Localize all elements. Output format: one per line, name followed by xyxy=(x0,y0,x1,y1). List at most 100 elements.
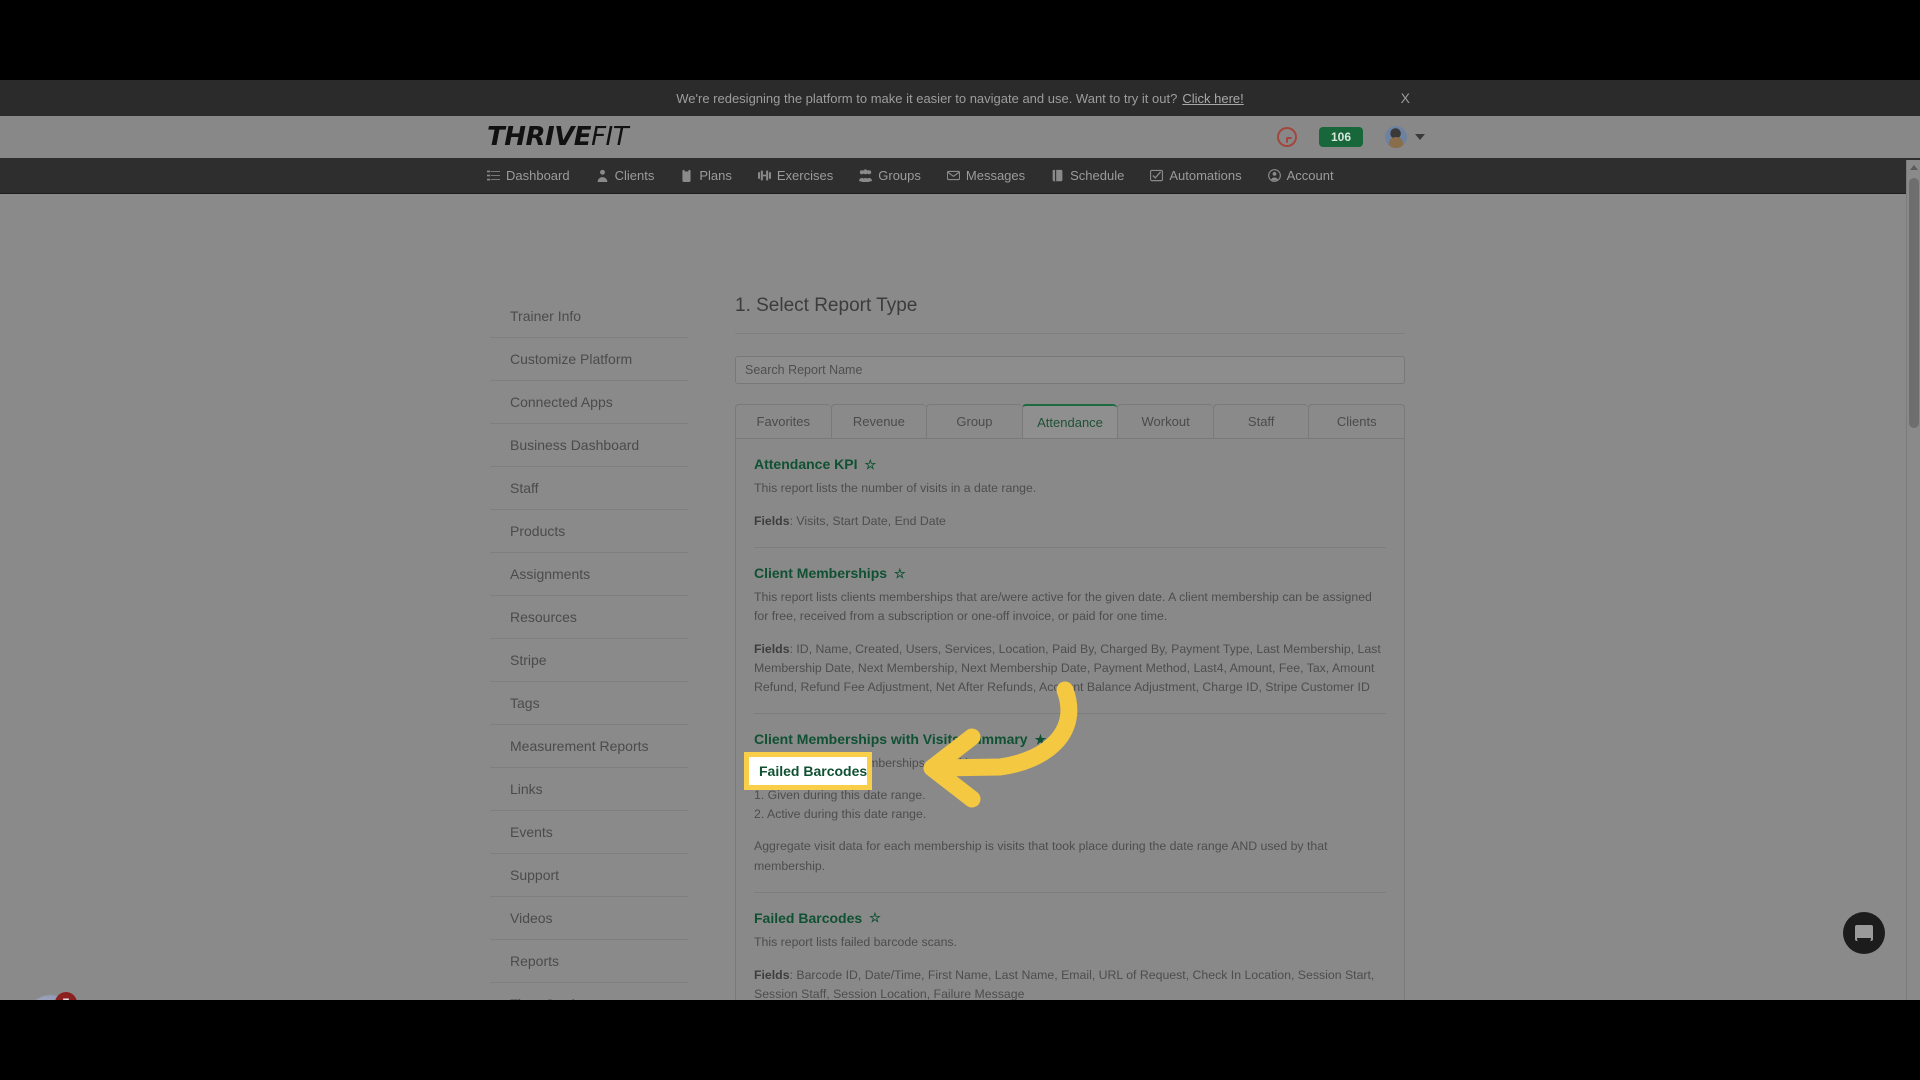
annotation-highlight-label: Failed Barcodes xyxy=(759,763,868,779)
sidebar-item-stripe[interactable]: Stripe xyxy=(490,639,688,682)
page-title: 1. Select Report Type xyxy=(735,295,1405,334)
chat-launcher-button[interactable] xyxy=(1843,912,1885,954)
scroll-up-button[interactable] xyxy=(1907,160,1920,174)
logo-primary: THRIVE xyxy=(487,122,592,152)
browser-viewport: We're redesigning the platform to make i… xyxy=(0,80,1920,1000)
checkbox-icon xyxy=(1150,169,1164,182)
report-fields: Fields: ID, Name, Created, Users, Servic… xyxy=(754,642,1381,695)
sidebar-item-products[interactable]: Products xyxy=(490,510,688,553)
announcement-text: We're redesigning the platform to make i… xyxy=(676,90,1178,106)
clipboard-icon xyxy=(680,169,693,182)
nav-item-clients[interactable]: Clients xyxy=(596,168,655,183)
page-scrollbar[interactable] xyxy=(1906,160,1920,1000)
sidebar-item-trainer-info[interactable]: Trainer Info xyxy=(490,295,688,338)
report-description-line-2: 2. Active during this date range. xyxy=(754,807,927,822)
account-menu[interactable] xyxy=(1385,126,1425,148)
nav-label: Account xyxy=(1286,168,1334,183)
chat-bubble-icon xyxy=(1855,925,1873,945)
user-circle-icon xyxy=(1267,169,1281,182)
sidebar-item-videos[interactable]: Videos xyxy=(490,897,688,940)
report-fields: Fields: Barcode ID, Date/Time, First Nam… xyxy=(754,967,1375,1000)
nav-item-account[interactable]: Account xyxy=(1267,168,1334,183)
nav-label: Automations xyxy=(1169,168,1242,183)
sidebar-item-customize-platform[interactable]: Customize Platform xyxy=(490,338,688,381)
nav-label: Dashboard xyxy=(506,168,570,183)
envelope-icon xyxy=(946,169,960,182)
chevron-down-icon[interactable] xyxy=(1415,134,1425,140)
report-category-tabs: Favorites Revenue Group Attendance Worko… xyxy=(735,404,1406,439)
fields-value: ID, Name, Created, Users, Services, Loca… xyxy=(754,642,1381,695)
fields-label: Fields xyxy=(754,642,790,657)
report-item-client-memberships-with-visits-summary[interactable]: Client Memberships with Visits Summary ★… xyxy=(754,714,1386,893)
tab-staff[interactable]: Staff xyxy=(1212,404,1309,438)
nav-item-dashboard[interactable]: Dashboard xyxy=(487,168,570,183)
report-item-failed-barcodes[interactable]: Failed Barcodes ☆ This report lists fail… xyxy=(754,893,1386,1000)
sidebar-item-reports[interactable]: Reports xyxy=(490,940,688,983)
fields-value: Barcode ID, Date/Time, First Name, Last … xyxy=(754,967,1375,1000)
report-header: Client Memberships with Visits Summary ★ xyxy=(754,731,1386,747)
tab-favorites[interactable]: Favorites xyxy=(735,404,831,438)
tab-workout[interactable]: Workout xyxy=(1117,404,1213,438)
tab-revenue[interactable]: Revenue xyxy=(830,404,927,438)
favorite-star-icon[interactable]: ★ xyxy=(1035,733,1047,746)
nav-item-exercises[interactable]: Exercises xyxy=(757,168,833,183)
sidebar-item-measurement-reports[interactable]: Measurement Reports xyxy=(490,725,688,768)
page-body: Trainer Info Customize Platform Connecte… xyxy=(0,195,1920,1000)
report-fields: Fields: Visits, Start Date, End Date xyxy=(754,514,946,529)
sidebar-item-support[interactable]: Support xyxy=(490,854,688,897)
brand-logo[interactable]: THRIVEFIT xyxy=(487,122,629,152)
sidebar-item-assignments[interactable]: Assignments xyxy=(490,553,688,596)
report-list: Attendance KPI ☆ This report lists the n… xyxy=(735,439,1405,1000)
favorite-star-icon[interactable]: ☆ xyxy=(864,458,876,471)
logo-secondary: FIT xyxy=(591,122,629,152)
sidebar-item-tags[interactable]: Tags xyxy=(490,682,688,725)
notification-count-badge[interactable]: 106 xyxy=(1318,127,1363,147)
sidebar-item-events[interactable]: Events xyxy=(490,811,688,854)
nav-item-groups[interactable]: Groups xyxy=(859,168,921,183)
nav-item-schedule[interactable]: Schedule xyxy=(1051,168,1124,183)
sidebar-item-business-dashboard[interactable]: Business Dashboard xyxy=(490,424,688,467)
sidebar-item-time-card[interactable]: Time Card xyxy=(490,983,688,1000)
list-icon xyxy=(487,169,500,182)
caret-up-icon xyxy=(1910,164,1918,170)
tab-clients[interactable]: Clients xyxy=(1308,404,1406,438)
clock-icon[interactable] xyxy=(1276,127,1297,147)
nav-item-plans[interactable]: Plans xyxy=(680,168,732,183)
nav-item-automations[interactable]: Automations xyxy=(1150,168,1242,183)
avatar[interactable] xyxy=(1385,126,1407,148)
nav-label: Messages xyxy=(965,168,1026,183)
tab-group[interactable]: Group xyxy=(926,404,1022,438)
report-item-client-memberships[interactable]: Client Memberships ☆ This report lists c… xyxy=(754,548,1386,715)
nav-label: Clients xyxy=(614,168,655,183)
announcement-banner: We're redesigning the platform to make i… xyxy=(0,80,1920,116)
fields-label: Fields xyxy=(754,967,790,982)
announcement-link[interactable]: Click here! xyxy=(1182,91,1243,106)
search-input[interactable] xyxy=(735,356,1405,384)
fields-label: Fields xyxy=(754,514,790,529)
tab-attendance[interactable]: Attendance xyxy=(1021,404,1118,438)
report-name[interactable]: Attendance KPI xyxy=(754,456,857,472)
report-header: Client Memberships ☆ xyxy=(754,565,1386,581)
favorite-star-icon[interactable]: ☆ xyxy=(869,911,881,924)
scrollbar-thumb[interactable] xyxy=(1909,178,1919,428)
sidebar-item-connected-apps[interactable]: Connected Apps xyxy=(490,381,688,424)
main-navigation: Dashboard Clients Plans Exercises Groups xyxy=(0,158,1920,194)
book-icon xyxy=(1051,169,1064,182)
sidebar-item-resources[interactable]: Resources xyxy=(490,596,688,639)
report-name[interactable]: Failed Barcodes xyxy=(754,910,862,926)
nav-item-messages[interactable]: Messages xyxy=(946,168,1026,183)
favorite-star-icon[interactable]: ☆ xyxy=(894,567,906,580)
close-banner-button[interactable]: X xyxy=(1401,90,1410,106)
annotation-highlight-failed-barcodes: Failed Barcodes ☆ xyxy=(744,752,872,790)
nav-label: Schedule xyxy=(1070,168,1125,183)
report-item-attendance-kpi[interactable]: Attendance KPI ☆ This report lists the n… xyxy=(754,439,1386,549)
sidebar-item-links[interactable]: Links xyxy=(490,768,688,811)
report-name[interactable]: Client Memberships with Visits Summary xyxy=(754,731,1028,747)
report-name[interactable]: Client Memberships xyxy=(754,565,887,581)
sidebar-item-staff[interactable]: Staff xyxy=(490,467,688,510)
settings-sidebar: Trainer Info Customize Platform Connecte… xyxy=(490,295,688,1000)
header-actions: 106 xyxy=(1276,116,1425,158)
nav-label: Plans xyxy=(699,168,732,183)
report-description: This report lists the number of visits i… xyxy=(754,481,1037,495)
